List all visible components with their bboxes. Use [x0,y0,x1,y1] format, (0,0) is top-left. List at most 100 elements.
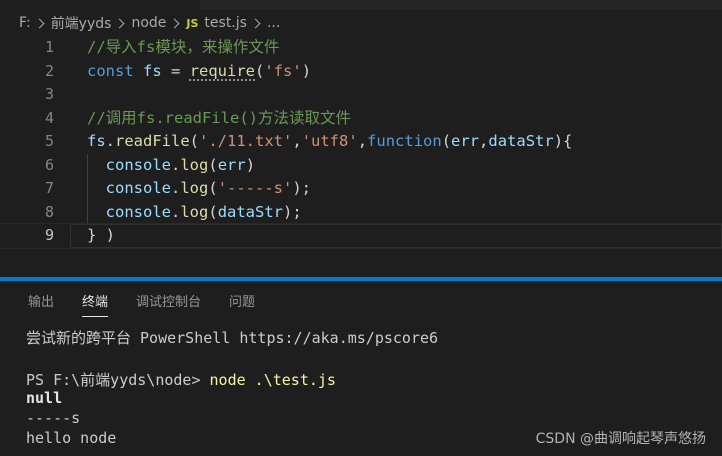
code-token: './11.txt' [199,132,293,150]
code-text: //调用fs.readFile()方法读取文件 [87,107,351,131]
code-line[interactable]: 2 const fs = require('fs') [0,60,722,84]
code-token: ( [208,179,218,197]
code-text: console.log('-----s'); [87,177,311,201]
code-token: . [171,179,181,197]
code-token: dataStr [217,202,284,221]
code-token: console [105,155,171,174]
terminal-command-line[interactable]: PS F:\前端yyds\node> node .\test.js [26,369,336,390]
code-token: ( [208,202,218,221]
code-token: ); [283,202,302,221]
code-token: fs [87,132,106,150]
code-token: ); [292,179,312,197]
code-token: //导入fs模块，来操作文件 [87,38,280,56]
code-token: readFile [115,132,190,150]
line-number: 3 [44,85,54,103]
line-number: 1 [44,38,54,56]
code-text: const fs = require('fs') [87,60,311,84]
code-token: . [171,155,181,174]
line-number: 7 [44,179,54,197]
code-token: , [292,132,302,150]
code-token: err [217,155,246,174]
code-token: ( [208,155,218,174]
code-token: 'utf8' [301,132,358,150]
code-token: err [451,132,480,150]
code-token: require [189,61,256,80]
terminal-output-content: hello node [26,429,117,447]
panel-tabs: 输出 终端 调试控制台 问题 [0,291,255,317]
code-line[interactable]: 4 //调用fs.readFile()方法读取文件 [0,107,722,131]
terminal-hint-line: 尝试新的跨平台 PowerShell https://aka.ms/pscore… [26,329,439,347]
code-token: ( [255,61,265,80]
code-editor[interactable]: 1//导入fs模块，来操作文件 2 const fs = require('fs')… [0,36,722,276]
code-token: ( [441,132,452,150]
code-token: , [357,132,368,150]
tab-output[interactable]: 输出 [28,291,54,317]
line-number: 8 [44,202,54,221]
line-number: 6 [44,155,54,174]
code-token: log [180,179,209,197]
code-text: console.log(err) [87,154,255,178]
chevron-right-icon [169,18,180,28]
javascript-file-icon: JS [186,16,199,30]
code-token: log [180,202,209,221]
code-token: . [171,202,181,221]
code-token: , [479,132,489,150]
line-number: 9 [44,226,54,244]
code-token: console [105,202,171,221]
code-line[interactable]: 8 console.log(dataStr); [0,200,722,225]
tab-problems[interactable]: 问题 [229,291,255,317]
code-token: console [105,179,171,197]
terminal-prompt: PS F:\前端yyds\node> [26,371,210,389]
code-line[interactable]: 5 fs.readFile('./11.txt','utf8',function(… [0,130,722,154]
current-line-highlight [70,224,722,248]
code-token: } ) [87,226,115,244]
line-number: 5 [44,132,54,150]
code-token: ){ [553,132,573,150]
code-token: ( [189,132,200,150]
line-number: 2 [44,61,54,80]
chevron-right-icon [34,18,45,28]
code-token: dataStr [488,132,554,150]
code-line[interactable]: 1 //导入fs模块，来操作文件 [0,36,722,60]
breadcrumb-file[interactable]: test.js [204,15,247,31]
line-number: 4 [44,108,54,127]
code-line[interactable]: 6 console.log(err) [0,153,722,178]
breadcrumb-more[interactable]: ... [267,15,280,31]
code-token: //调用fs.readFile()方法读取文件 [87,108,351,127]
tab-terminal[interactable]: 终端 [82,291,109,317]
code-token: ) [301,61,312,80]
code-token: log [180,155,209,174]
code-text: fs.readFile('./11.txt','utf8',function(e… [87,130,572,154]
code-token: const [87,61,134,80]
code-token: '-----s' [217,179,293,197]
code-text: //导入fs模块，来操作文件 [87,36,279,60]
terminal-output-null: null [26,389,63,407]
editor-tab-strip [0,0,722,10]
code-token: function [367,132,442,150]
terminal-command: node .\test.js [209,371,336,389]
code-line[interactable]: 3 [0,83,722,107]
breadcrumb: F: 前端yyds node JS test.js ... [0,10,722,36]
watermark: CSDN @曲调响起琴声悠扬 [535,431,706,447]
code-line[interactable]: 9 } ) [0,223,722,249]
active-editor-tab[interactable] [0,0,200,10]
code-line[interactable]: 7 console.log('-----s'); [0,177,722,201]
code-text: } ) [87,224,115,248]
breadcrumb-folder-node[interactable]: node [131,15,166,31]
code-token: 'fs' [264,61,302,80]
code-token: = [161,61,190,80]
breadcrumb-folder-frontend[interactable]: 前端yyds [51,13,112,33]
tab-debug-console[interactable]: 调试控制台 [136,291,201,317]
breadcrumb-drive[interactable]: F: [19,15,31,31]
code-token: . [105,132,116,150]
code-text: console.log(dataStr); [87,201,302,225]
chevron-right-icon [115,18,125,28]
chevron-right-icon [250,18,261,28]
terminal-output-separator: -----s [26,409,81,427]
code-token: fs [143,61,162,80]
code-token: ) [245,155,256,174]
